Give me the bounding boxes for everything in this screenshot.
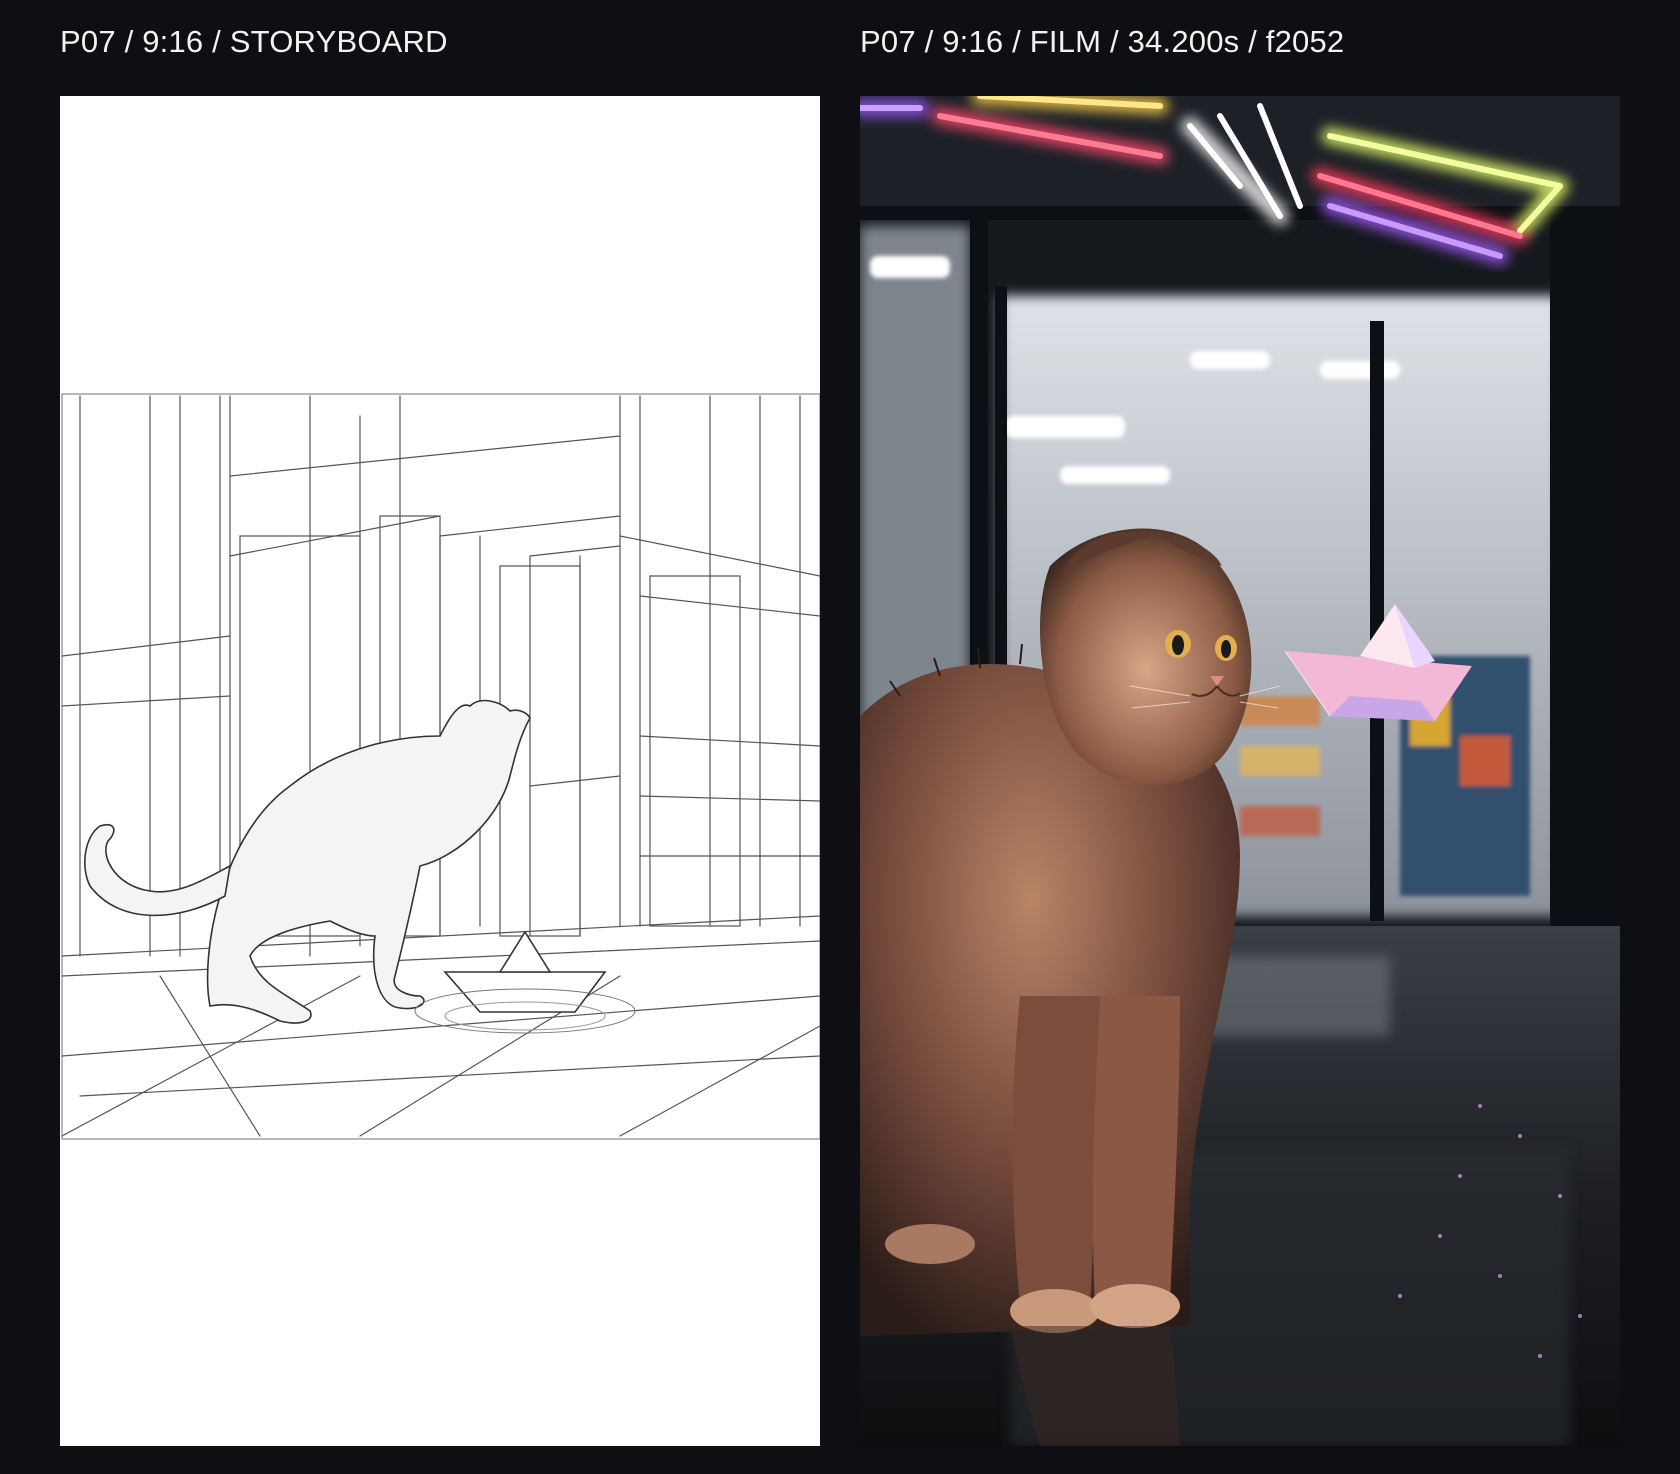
paper-boat-sketch [414,930,636,1034]
film-label: P07 / 9:16 / FILM / 34.200s / f2052 [860,24,1345,59]
storyboard-sketch [61,393,820,1140]
storyboard-panel [60,96,820,1446]
film-frame [860,96,1620,1446]
storyboard-label: P07 / 9:16 / STORYBOARD [60,24,448,59]
film-image [860,96,1620,1446]
